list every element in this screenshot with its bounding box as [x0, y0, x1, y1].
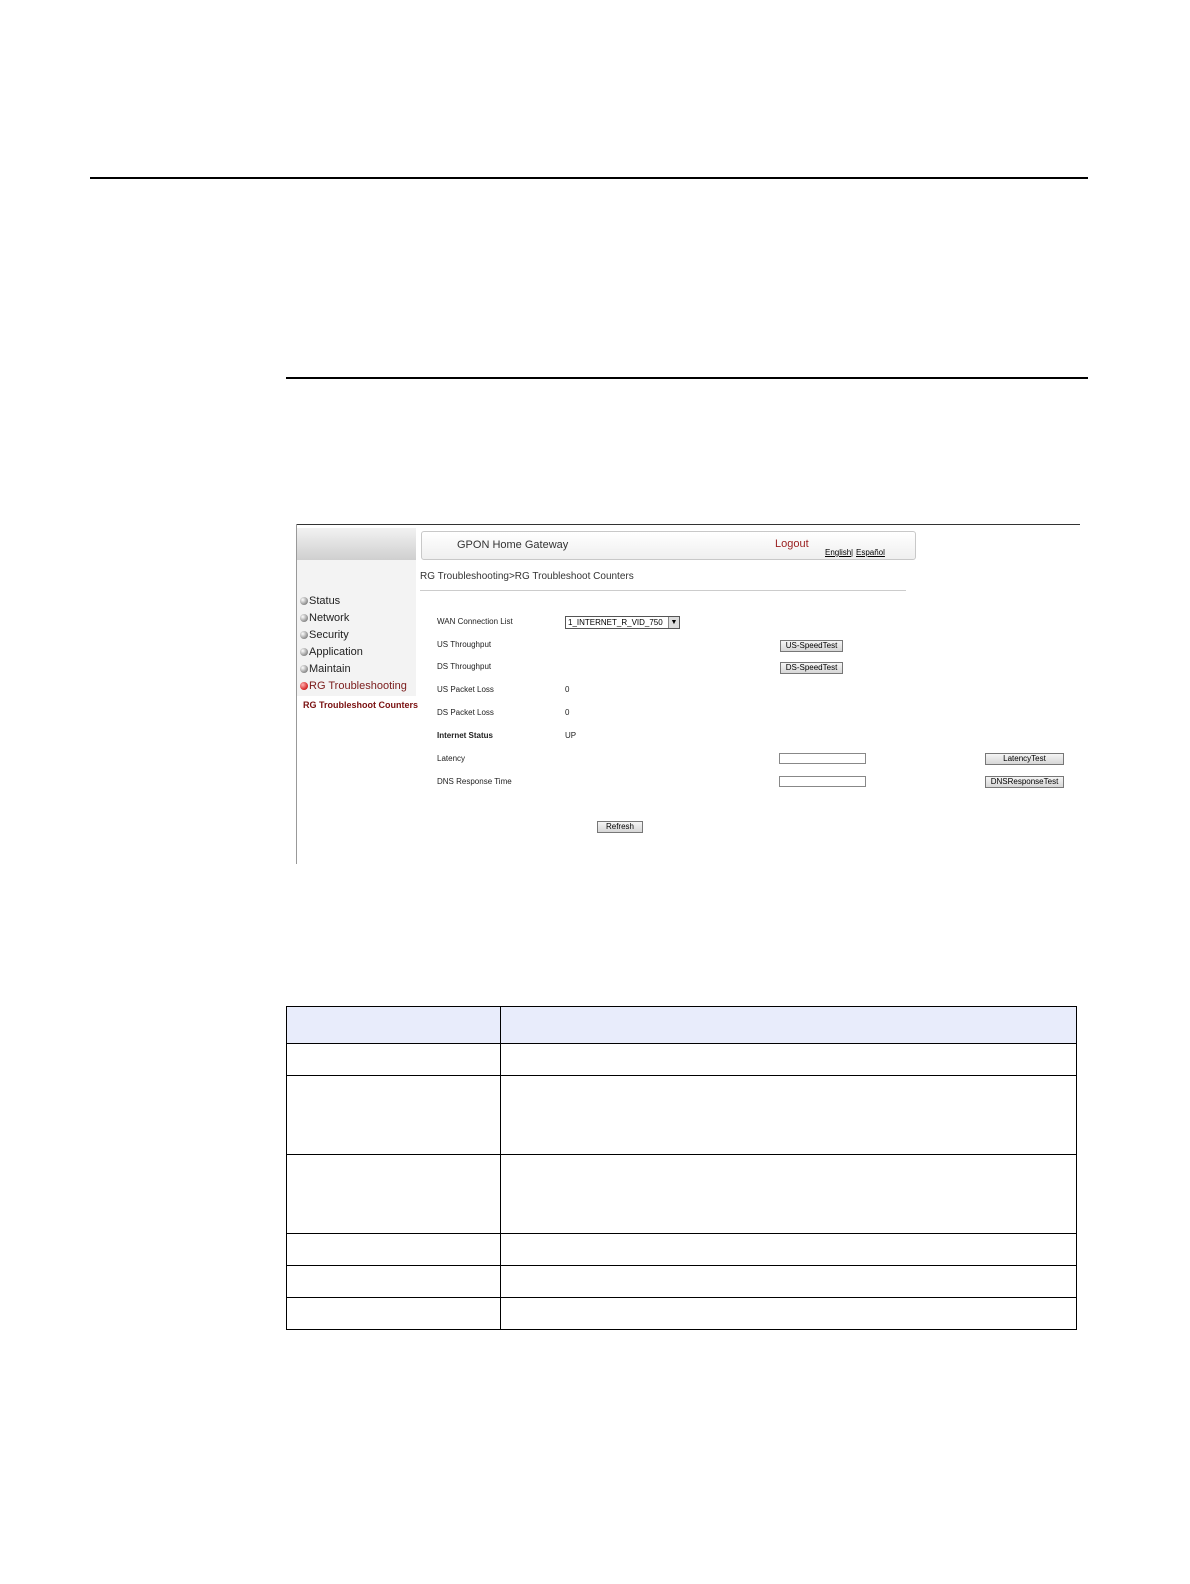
expand-bullet-icon — [300, 648, 308, 656]
sidebar-header — [297, 528, 416, 560]
top-rule — [90, 177, 1088, 179]
breadcrumb: RG Troubleshooting>RG Troubleshoot Count… — [420, 571, 634, 582]
table-cell — [286, 1265, 501, 1298]
latency-test-button[interactable]: LatencyTest — [985, 753, 1064, 765]
dns-response-field[interactable] — [779, 776, 866, 787]
table-row — [286, 1154, 1077, 1234]
table-row — [286, 1075, 1077, 1155]
table-cell — [286, 1043, 501, 1076]
ds-speedtest-button[interactable]: DS-SpeedTest — [780, 662, 843, 674]
ds-throughput-label: DS Throughput — [437, 662, 492, 671]
gateway-screenshot: Status Network Security Application Main… — [296, 524, 1080, 864]
latency-label: Latency — [437, 754, 466, 763]
dns-response-test-button[interactable]: DNSResponseTest — [985, 776, 1064, 788]
expanded-bullet-icon — [300, 682, 308, 690]
sidebar-item-maintain[interactable]: Maintain — [300, 663, 351, 675]
chevron-down-icon[interactable]: ▼ — [668, 617, 679, 628]
latency-field[interactable] — [779, 753, 866, 764]
us-throughput-label: US Throughput — [437, 640, 492, 649]
sidebar-subitem-rg-troubleshoot-counters[interactable]: RG Troubleshoot Counters — [303, 700, 418, 710]
sidebar-item-label: Security — [309, 629, 349, 641]
dns-response-time-label: DNS Response Time — [437, 777, 512, 786]
sidebar-item-status[interactable]: Status — [300, 595, 340, 607]
table-cell — [286, 1154, 501, 1234]
field-description-table — [286, 1006, 1077, 1330]
us-packet-loss-label: US Packet Loss — [437, 685, 494, 694]
internet-status-label: Internet Status — [437, 731, 494, 740]
us-packet-loss-value: 0 — [565, 685, 570, 694]
language-english-link[interactable]: English — [825, 548, 851, 557]
expand-bullet-icon — [300, 631, 308, 639]
sidebar — [297, 560, 416, 696]
refresh-button[interactable]: Refresh — [597, 821, 643, 833]
ds-packet-loss-label: DS Packet Loss — [437, 708, 494, 717]
ds-packet-loss-value: 0 — [565, 708, 570, 717]
wan-connection-label: WAN Connection List — [437, 617, 513, 626]
sidebar-item-label: Network — [309, 612, 350, 624]
app-title: GPON Home Gateway — [457, 539, 569, 551]
table-row — [286, 1265, 1077, 1298]
table-cell — [500, 1043, 1077, 1076]
table-cell — [500, 1233, 1077, 1266]
table-header-cell — [286, 1006, 501, 1044]
sidebar-item-rg-troubleshooting[interactable]: RG Troubleshooting — [300, 680, 407, 692]
internet-status-value: UP — [565, 731, 577, 740]
sidebar-item-security[interactable]: Security — [300, 629, 349, 641]
table-cell — [286, 1233, 501, 1266]
table-cell — [286, 1075, 501, 1155]
sidebar-item-label: Status — [309, 595, 341, 607]
table-row — [286, 1297, 1077, 1330]
breadcrumb-divider — [420, 590, 906, 591]
language-espanol-link[interactable]: Español — [856, 548, 885, 557]
table-row — [286, 1233, 1077, 1266]
table-cell — [286, 1297, 501, 1330]
us-speedtest-button[interactable]: US-SpeedTest — [780, 640, 843, 652]
sidebar-item-application[interactable]: Application — [300, 646, 363, 658]
table-cell — [500, 1297, 1077, 1330]
section-rule — [286, 377, 1088, 379]
sidebar-item-label: Application — [309, 646, 363, 658]
table-header-cell — [500, 1006, 1077, 1044]
wan-connection-select[interactable]: 1_INTERNET_R_VID_750 ▼ — [565, 616, 680, 629]
table-cell — [500, 1075, 1077, 1155]
screenshot-top-border — [296, 524, 1080, 525]
table-row — [286, 1043, 1077, 1076]
table-header-row — [286, 1006, 1077, 1044]
language-separator: | — [851, 548, 854, 557]
table-cell — [500, 1265, 1077, 1298]
sidebar-item-label: Maintain — [309, 663, 351, 675]
logout-link[interactable]: Logout — [775, 538, 809, 550]
sidebar-item-network[interactable]: Network — [300, 612, 349, 624]
expand-bullet-icon — [300, 614, 308, 622]
expand-bullet-icon — [300, 665, 308, 673]
sidebar-item-label: RG Troubleshooting — [309, 680, 407, 692]
header-bar: GPON Home Gateway Logout English | Españ… — [421, 531, 916, 560]
wan-connection-value: 1_INTERNET_R_VID_750 — [568, 618, 663, 627]
table-cell — [500, 1154, 1077, 1234]
expand-bullet-icon — [300, 597, 308, 605]
